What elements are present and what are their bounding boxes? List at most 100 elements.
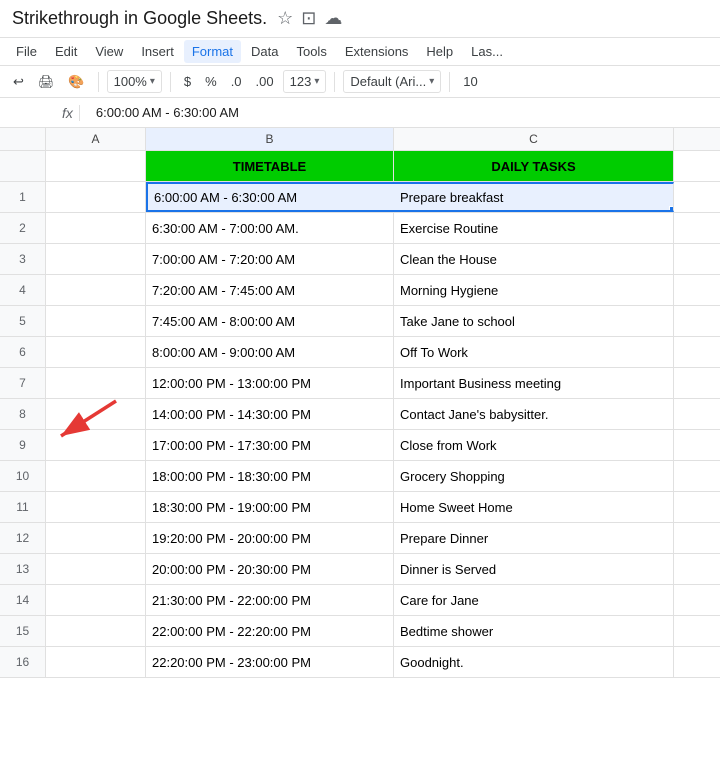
menu-last[interactable]: Las... — [463, 40, 511, 63]
cell-b-7[interactable]: 14:00:00 PM - 14:30:00 PM — [146, 399, 394, 429]
cell-c-15[interactable]: Goodnight. — [394, 647, 674, 677]
table-row: 16 22:20:00 PM - 23:00:00 PMGoodnight. — [0, 647, 720, 678]
col-header-a[interactable]: A — [46, 128, 146, 150]
cell-c-11[interactable]: Prepare Dinner — [394, 523, 674, 553]
decimal0-label: .0 — [231, 74, 242, 89]
row-number: 15 — [0, 616, 46, 646]
table-row: 10 18:00:00 PM - 18:30:00 PMGrocery Shopp… — [0, 461, 720, 492]
row-number: 8 — [0, 399, 46, 429]
row-number: 6 — [0, 337, 46, 367]
cell-c-7[interactable]: Contact Jane's babysitter. — [394, 399, 674, 429]
cell-b-5[interactable]: 8:00:00 AM - 9:00:00 AM — [146, 337, 394, 367]
row-num-header-row — [0, 151, 46, 181]
number-format-label: 123 — [290, 74, 312, 89]
cell-a-6[interactable] — [46, 368, 146, 398]
cell-b-12[interactable]: 20:00:00 PM - 20:30:00 PM — [146, 554, 394, 584]
cell-b-6[interactable]: 12:00:00 PM - 13:00:00 PM — [146, 368, 394, 398]
menu-data[interactable]: Data — [243, 40, 286, 63]
font-dropdown[interactable]: Default (Ari... ▾ — [343, 70, 441, 93]
table-row: 1320:00:00 PM - 20:30:00 PMDinner is Ser… — [0, 554, 720, 585]
row-number: 10 — [0, 461, 46, 491]
cell-a-8[interactable] — [46, 430, 146, 460]
cell-b-14[interactable]: 22:00:00 PM - 22:20:00 PM — [146, 616, 394, 646]
spreadsheet-container: A B C TIMETABLE DAILY TASKS 16:00:00 AM … — [0, 128, 720, 678]
paint-format-button[interactable]: 🎨 — [63, 71, 89, 93]
cell-c-2[interactable]: Clean the House — [394, 244, 674, 274]
cell-b-11[interactable]: 19:20:00 PM - 20:00:00 PM — [146, 523, 394, 553]
cell-a-12[interactable] — [46, 554, 146, 584]
menu-help[interactable]: Help — [418, 40, 461, 63]
folder-icon[interactable]: ⊡ — [301, 8, 316, 29]
cell-b-13[interactable]: 21:30:00 PM - 22:00:00 PM — [146, 585, 394, 615]
cell-c-9[interactable]: Grocery Shopping — [394, 461, 674, 491]
cell-c-14[interactable]: Bedtime shower — [394, 616, 674, 646]
decimal00-label: .00 — [256, 74, 274, 89]
star-icon[interactable]: ☆ — [277, 8, 293, 29]
menu-view[interactable]: View — [87, 40, 131, 63]
table-row: 1219:20:00 PM - 20:00:00 PMPrepare Dinne… — [0, 523, 720, 554]
menu-format[interactable]: Format — [184, 40, 241, 63]
menu-insert[interactable]: Insert — [133, 40, 182, 63]
cell-b-9[interactable]: 18:00:00 PM - 18:30:00 PM — [146, 461, 394, 491]
cell-a-1[interactable] — [46, 213, 146, 243]
row-number: 9 — [0, 430, 46, 460]
cell-c-1[interactable]: Exercise Routine — [394, 213, 674, 243]
currency-button[interactable]: $ — [179, 71, 196, 92]
cell-c-5[interactable]: Off To Work — [394, 337, 674, 367]
cell-a-0[interactable] — [46, 182, 146, 212]
decimal00-button[interactable]: .00 — [251, 71, 279, 92]
number-format-dropdown[interactable]: 123 ▾ — [283, 70, 327, 93]
cell-a-11[interactable] — [46, 523, 146, 553]
font-size-value: 10 — [463, 74, 477, 89]
zoom-dropdown[interactable]: 100% ▾ — [107, 70, 162, 93]
cell-b-0[interactable]: 6:00:00 AM - 6:30:00 AM — [146, 182, 394, 212]
cell-b-header[interactable]: TIMETABLE — [146, 151, 394, 181]
cell-c-6[interactable]: Important Business meeting — [394, 368, 674, 398]
print-button[interactable]: 🖨 — [33, 71, 60, 93]
cell-b-1[interactable]: 6:30:00 AM - 7:00:00 AM. — [146, 213, 394, 243]
menu-tools[interactable]: Tools — [288, 40, 334, 63]
font-size-display[interactable]: 10 — [458, 71, 482, 92]
row-num-header — [0, 128, 46, 150]
cell-a-3[interactable] — [46, 275, 146, 305]
cell-a-9[interactable] — [46, 461, 146, 491]
row-number: 3 — [0, 244, 46, 274]
cell-a-10[interactable] — [46, 492, 146, 522]
cell-c-12[interactable]: Dinner is Served — [394, 554, 674, 584]
row-number: 16 — [0, 647, 46, 677]
cell-a-13[interactable] — [46, 585, 146, 615]
decimal0-button[interactable]: .0 — [226, 71, 247, 92]
cell-b-10[interactable]: 18:30:00 PM - 19:00:00 PM — [146, 492, 394, 522]
cell-b-15[interactable]: 22:20:00 PM - 23:00:00 PM — [146, 647, 394, 677]
undo-button[interactable]: ↩ — [8, 71, 29, 93]
table-row: 9 17:00:00 PM - 17:30:00 PMClose from Wor… — [0, 430, 720, 461]
cell-b-8[interactable]: 17:00:00 PM - 17:30:00 PM — [146, 430, 394, 460]
cloud-icon[interactable]: ☁ — [324, 8, 342, 29]
cell-c-0[interactable]: Prepare breakfast — [394, 182, 674, 212]
menu-extensions[interactable]: Extensions — [337, 40, 417, 63]
cell-a-14[interactable] — [46, 616, 146, 646]
cell-c-13[interactable]: Care for Jane — [394, 585, 674, 615]
percent-button[interactable]: % — [200, 71, 222, 92]
cell-c-3[interactable]: Morning Hygiene — [394, 275, 674, 305]
cell-a-15[interactable] — [46, 647, 146, 677]
cell-a-7[interactable] — [46, 399, 146, 429]
cell-b-3[interactable]: 7:20:00 AM - 7:45:00 AM — [146, 275, 394, 305]
cell-c-header[interactable]: DAILY TASKS — [394, 151, 674, 181]
cell-a-header[interactable] — [46, 151, 146, 181]
menu-edit[interactable]: Edit — [47, 40, 85, 63]
number-format-arrow: ▾ — [314, 76, 319, 87]
cell-a-5[interactable] — [46, 337, 146, 367]
cell-c-8[interactable]: Close from Work — [394, 430, 674, 460]
cell-a-2[interactable] — [46, 244, 146, 274]
table-row: 3 7:00:00 AM - 7:20:00 AMClean the House — [0, 244, 720, 275]
menu-file[interactable]: File — [8, 40, 45, 63]
table-row: 57:45:00 AM - 8:00:00 AMTake Jane to sch… — [0, 306, 720, 337]
cell-b-2[interactable]: 7:00:00 AM - 7:20:00 AM — [146, 244, 394, 274]
cell-c-10[interactable]: Home Sweet Home — [394, 492, 674, 522]
col-header-c[interactable]: C — [394, 128, 674, 150]
cell-c-4[interactable]: Take Jane to school — [394, 306, 674, 336]
cell-a-4[interactable] — [46, 306, 146, 336]
cell-b-4[interactable]: 7:45:00 AM - 8:00:00 AM — [146, 306, 394, 336]
col-header-b[interactable]: B — [146, 128, 394, 150]
